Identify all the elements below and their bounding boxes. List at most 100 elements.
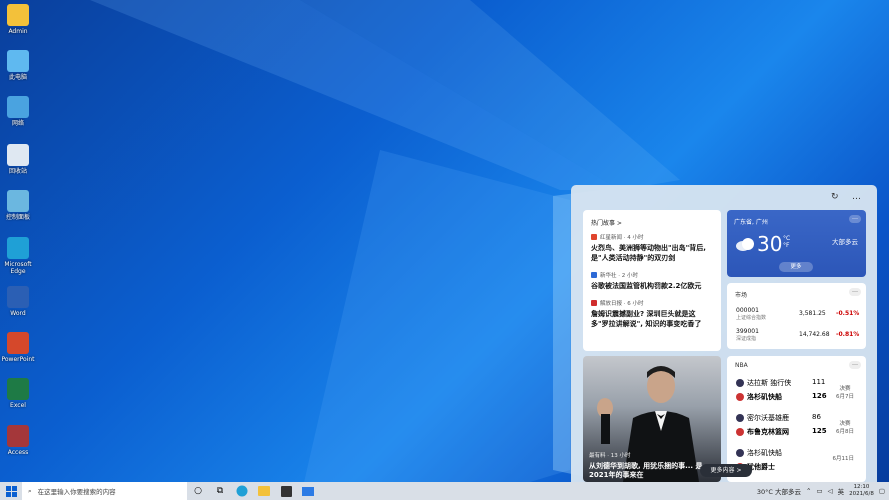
more-options-icon[interactable]: … xyxy=(852,192,861,202)
game-status: 6月11日 xyxy=(833,454,855,462)
team-row: 洛杉矶快船 xyxy=(736,448,782,458)
news-source: 新华社 · 2 小时 xyxy=(591,271,713,279)
news-source: 解放日报 · 6 小时 xyxy=(591,299,713,307)
desktop-icon-label: Admin xyxy=(8,28,28,35)
team-name: 密尔沃基雄鹿 xyxy=(747,414,789,422)
team-logo-icon xyxy=(736,379,744,387)
notification-icon[interactable]: ▢ xyxy=(879,487,885,495)
cortana-icon[interactable]: ○ xyxy=(191,484,205,498)
market-value: 14,742.68 xyxy=(799,331,830,338)
news-source-text: 红星新闻 · 4 小时 xyxy=(600,235,644,241)
team-logo-icon xyxy=(736,449,744,457)
taskbar-weather[interactable]: 30°C 大部多云 xyxy=(757,486,801,496)
desktop-icon-label: 回收站 xyxy=(8,168,27,175)
desktop-icon-image xyxy=(7,286,29,308)
team-score: 126 xyxy=(812,392,827,400)
mail-icon[interactable] xyxy=(301,484,315,498)
desktop-icon-label: PowerPoint xyxy=(1,356,35,363)
photo-news-card[interactable]: 最有料 · 13 小时 从刘德华到胡歌, 用犹乐捆的事... 是2021年的事来… xyxy=(583,356,721,482)
desktop-icon[interactable]: 此电脑 xyxy=(0,50,36,81)
clock[interactable]: 12:10 2021/6/8 xyxy=(849,484,874,498)
widgets-panel: ↻ … 热门故事 > 红星新闻 · 4 小时火烈鸟、美洲狮等动物出"出岛"背后,… xyxy=(571,185,877,482)
game-date: 6月8日 xyxy=(836,429,854,435)
desktop-icon[interactable]: 控制面板 xyxy=(0,190,36,221)
desktop-icon-image xyxy=(7,144,29,166)
news-title[interactable]: 谷歌被法国监管机构罚款2.2亿欧元 xyxy=(591,281,713,291)
desktop-icon[interactable]: 回收站 xyxy=(0,144,36,175)
language-indicator[interactable]: 英 xyxy=(838,486,845,496)
desktop-icon-image xyxy=(7,96,29,118)
desktop-icon-label: Microsoft Edge xyxy=(4,261,32,275)
system-tray: 30°C 大部多云 ⌃ ▭ ◁ 英 12:10 2021/6/8 ▢ xyxy=(757,482,889,500)
desktop-icon-label: Access xyxy=(7,449,29,456)
news-source-text: 解放日报 · 6 小时 xyxy=(600,301,644,307)
game-date: 6月7日 xyxy=(836,394,854,400)
market-card[interactable]: 市场 … 000001 上证综合指数 3,581.25 -0.51% 39900… xyxy=(727,283,866,349)
weather-more-icon[interactable]: … xyxy=(849,215,861,223)
desktop-icon[interactable]: Word xyxy=(0,286,36,317)
windows-start-icon[interactable] xyxy=(4,484,18,498)
game-status-text: 决赛 xyxy=(839,421,851,427)
desktop-icon-image xyxy=(7,237,29,259)
news-item[interactable]: 红星新闻 · 4 小时火烈鸟、美洲狮等动物出"出岛"背后, 是"人类活动持静"的… xyxy=(583,233,721,263)
game-status: 决赛 6月7日 xyxy=(836,384,854,400)
nba-card[interactable]: NBA … 达拉斯 独行侠 111 洛杉矶快船 126 决赛 6月7日 密尔沃基雄鹿 86 布鲁… xyxy=(727,356,866,482)
store-icon[interactable] xyxy=(279,484,293,498)
news-card-header[interactable]: 热门故事 > xyxy=(583,210,721,233)
edge-taskbar-icon[interactable] xyxy=(235,484,249,498)
cloud-icon xyxy=(736,238,754,251)
desktop-icon[interactable]: Microsoft Edge xyxy=(0,237,36,275)
team-row: 洛杉矶快船 xyxy=(736,392,782,402)
network-icon[interactable]: ▭ xyxy=(816,487,822,495)
market-row[interactable]: 399001 深证成指 14,742.68 -0.81% xyxy=(736,328,859,342)
news-source-text: 新华社 · 2 小时 xyxy=(600,273,638,279)
source-logo-icon xyxy=(591,272,597,278)
clock-time: 12:10 xyxy=(853,484,870,490)
desktop-icon-image xyxy=(7,378,29,400)
more-content-button[interactable]: 更多内容 > xyxy=(700,464,752,477)
news-title[interactable]: 火烈鸟、美洲狮等动物出"出岛"背后, 是"人类活动持静"的双刃剑 xyxy=(591,243,713,263)
weather-card[interactable]: 广东省, 广州 … 30 °C °F 大部多云 更多 xyxy=(727,210,866,277)
news-item[interactable]: 新华社 · 2 小时谷歌被法国监管机构罚款2.2亿欧元 xyxy=(583,271,721,291)
market-row[interactable]: 000001 上证综合指数 3,581.25 -0.51% xyxy=(736,307,860,321)
source-logo-icon xyxy=(591,300,597,306)
team-row: 达拉斯 独行侠 xyxy=(736,378,791,388)
desktop-icon[interactable]: Admin xyxy=(0,4,36,35)
nba-more-icon[interactable]: … xyxy=(849,361,861,369)
desktop-icon-image xyxy=(7,4,29,26)
panel-toolbar: ↻ … xyxy=(571,185,877,209)
news-title[interactable]: 詹姆识震撼副业? 深圳巨头就是这多"罗拉讲解说", 知识的事变吃香了 xyxy=(591,309,713,329)
taskbar: ⌕ 在这里输入你要搜索的内容 ○ ⧉ 30°C 大部多云 ⌃ ▭ ◁ 英 12:… xyxy=(0,482,889,500)
team-row: 密尔沃基雄鹿 xyxy=(736,413,789,423)
desktop-icon-image xyxy=(7,425,29,447)
market-value: 3,581.25 xyxy=(799,310,826,317)
desktop-icon[interactable]: Excel xyxy=(0,378,36,409)
team-score: 111 xyxy=(812,378,826,386)
desktop-icon[interactable]: PowerPoint xyxy=(0,332,36,363)
desktop-icon[interactable]: Access xyxy=(0,425,36,456)
source-logo-icon xyxy=(591,234,597,240)
news-source: 红星新闻 · 4 小时 xyxy=(591,233,713,241)
photo-news-title[interactable]: 从刘德华到胡歌, 用犹乐捆的事... 是2021年的事来在 xyxy=(589,462,709,480)
file-explorer-icon[interactable] xyxy=(257,484,271,498)
desktop-icon-label: 控制面板 xyxy=(5,214,30,221)
search-placeholder: 在这里输入你要搜索的内容 xyxy=(37,488,116,496)
news-item[interactable]: 解放日报 · 6 小时詹姆识震撼副业? 深圳巨头就是这多"罗拉讲解说", 知识的… xyxy=(583,299,721,329)
news-card[interactable]: 热门故事 > 红星新闻 · 4 小时火烈鸟、美洲狮等动物出"出岛"背后, 是"人… xyxy=(583,210,721,351)
weather-unit[interactable]: °C °F xyxy=(783,235,790,249)
market-pct: -0.51% xyxy=(836,310,860,317)
game-status-text: 6月11日 xyxy=(832,456,855,462)
market-label: 市场 xyxy=(735,292,748,299)
team-score: 125 xyxy=(812,427,827,435)
chevron-up-icon[interactable]: ⌃ xyxy=(806,487,811,495)
refresh-icon[interactable]: ↻ xyxy=(831,192,839,202)
market-more-icon[interactable]: … xyxy=(849,288,861,296)
desktop-icon[interactable]: 网络 xyxy=(0,96,36,127)
weather-more-button[interactable]: 更多 xyxy=(779,262,813,272)
task-view-icon[interactable]: ⧉ xyxy=(213,484,227,498)
team-logo-icon xyxy=(736,428,744,436)
team-name: 布鲁克林篮网 xyxy=(747,428,789,436)
team-row: 布鲁克林篮网 xyxy=(736,427,789,437)
volume-icon[interactable]: ◁ xyxy=(828,487,833,495)
taskbar-search-box[interactable]: ⌕ 在这里输入你要搜索的内容 xyxy=(22,482,187,500)
